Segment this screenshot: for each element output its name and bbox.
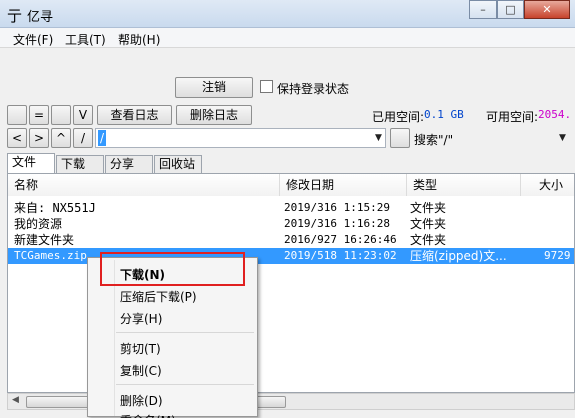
close-button[interactable]: ✕ <box>524 0 570 19</box>
column-header-name[interactable]: 名称 <box>8 174 280 196</box>
search-combo-text: 搜索"/" <box>414 133 454 147</box>
menu-separator <box>116 384 254 385</box>
menu-item-compress-download[interactable]: 压缩后下载(P) <box>120 288 197 305</box>
row-date: 2019/316 1:15:29 <box>284 201 390 214</box>
scroll-left-arrow-icon[interactable]: ◀ <box>12 395 19 405</box>
maximize-button[interactable]: □ <box>497 0 524 19</box>
row-date: 2019/316 1:16:28 <box>284 217 390 230</box>
path-input[interactable]: / ▼ <box>95 128 386 148</box>
menu-item-delete[interactable]: 删除(D) <box>120 392 163 409</box>
row-date: 2019/518 11:23:02 <box>284 249 397 262</box>
menu-help[interactable]: 帮助(H) <box>118 31 160 48</box>
menu-item-cut[interactable]: 剪切(T) <box>120 340 161 357</box>
toolbar-blank-button-2[interactable] <box>51 105 71 125</box>
tab-files[interactable]: 文件 <box>7 153 55 174</box>
equal-button[interactable]: = <box>29 105 49 125</box>
search-button[interactable] <box>390 128 410 148</box>
used-space-value: 0.1 GB <box>424 108 464 121</box>
row-type: 压缩(zipped)文... <box>410 249 507 263</box>
up-button[interactable]: ^ <box>51 128 71 148</box>
table-row[interactable]: 新建文件夹 2016/927 16:26:46 文件夹 <box>8 232 574 248</box>
available-space-label: 可用空间: <box>486 110 539 124</box>
tab-downloads[interactable]: 下载 <box>56 155 104 174</box>
highlight-box <box>100 252 245 286</box>
root-button[interactable]: / <box>73 128 93 148</box>
row-size: 9729 <box>544 249 571 262</box>
column-header-size[interactable]: 大小 <box>521 174 574 196</box>
menu-separator <box>116 332 254 333</box>
menu-item-copy[interactable]: 复制(C) <box>120 362 162 379</box>
table-row[interactable]: 我的资源 2019/316 1:16:28 文件夹 <box>8 216 574 232</box>
keep-login-label: 保持登录状态 <box>277 82 350 96</box>
search-combo[interactable]: 搜索"/" ▼ <box>412 128 570 148</box>
used-space-label: 已用空间: <box>372 110 425 124</box>
minimize-button[interactable]: – <box>469 0 497 19</box>
search-dropdown-arrow-icon[interactable]: ▼ <box>559 133 566 143</box>
v-button[interactable]: V <box>73 105 93 125</box>
menu-file[interactable]: 文件(F) <box>13 31 53 48</box>
table-row[interactable]: 来自: NX551J 2019/316 1:15:29 文件夹 <box>8 200 574 216</box>
menu-item-share[interactable]: 分享(H) <box>120 310 162 327</box>
path-input-value: / <box>98 130 107 146</box>
column-header-date[interactable]: 修改日期 <box>280 174 407 196</box>
row-name: 来自: NX551J <box>14 201 96 215</box>
available-space-value: 2054. <box>538 108 572 121</box>
logout-button[interactable]: 注销 <box>175 77 253 98</box>
window-title: 亿寻 <box>27 10 54 25</box>
tab-shares[interactable]: 分享 <box>105 155 153 174</box>
row-date: 2016/927 16:26:46 <box>284 233 397 246</box>
toolbar-blank-button-1[interactable] <box>7 105 27 125</box>
row-type: 文件夹 <box>410 217 447 231</box>
forward-button[interactable]: > <box>29 128 49 148</box>
title-bar: 亍 亿寻 – □ ✕ <box>0 0 575 28</box>
menu-tools[interactable]: 工具(T) <box>65 31 106 48</box>
view-log-button[interactable]: 查看日志 <box>97 105 172 125</box>
menu-item-rename[interactable]: 重命名(M) <box>120 412 176 418</box>
keep-login-checkbox[interactable] <box>260 80 273 93</box>
row-name: 我的资源 <box>14 217 63 231</box>
tab-recycle-bin[interactable]: 回收站 <box>154 155 202 174</box>
column-header-type[interactable]: 类型 <box>407 174 521 196</box>
path-dropdown-arrow-icon[interactable]: ▼ <box>375 133 382 143</box>
delete-log-button[interactable]: 删除日志 <box>176 105 252 125</box>
row-type: 文件夹 <box>410 201 447 215</box>
app-icon: 亍 <box>7 7 23 25</box>
row-name: 新建文件夹 <box>14 233 75 247</box>
menu-bar: 文件(F) 工具(T) 帮助(H) <box>0 28 575 48</box>
row-type: 文件夹 <box>410 233 447 247</box>
back-button[interactable]: < <box>7 128 27 148</box>
